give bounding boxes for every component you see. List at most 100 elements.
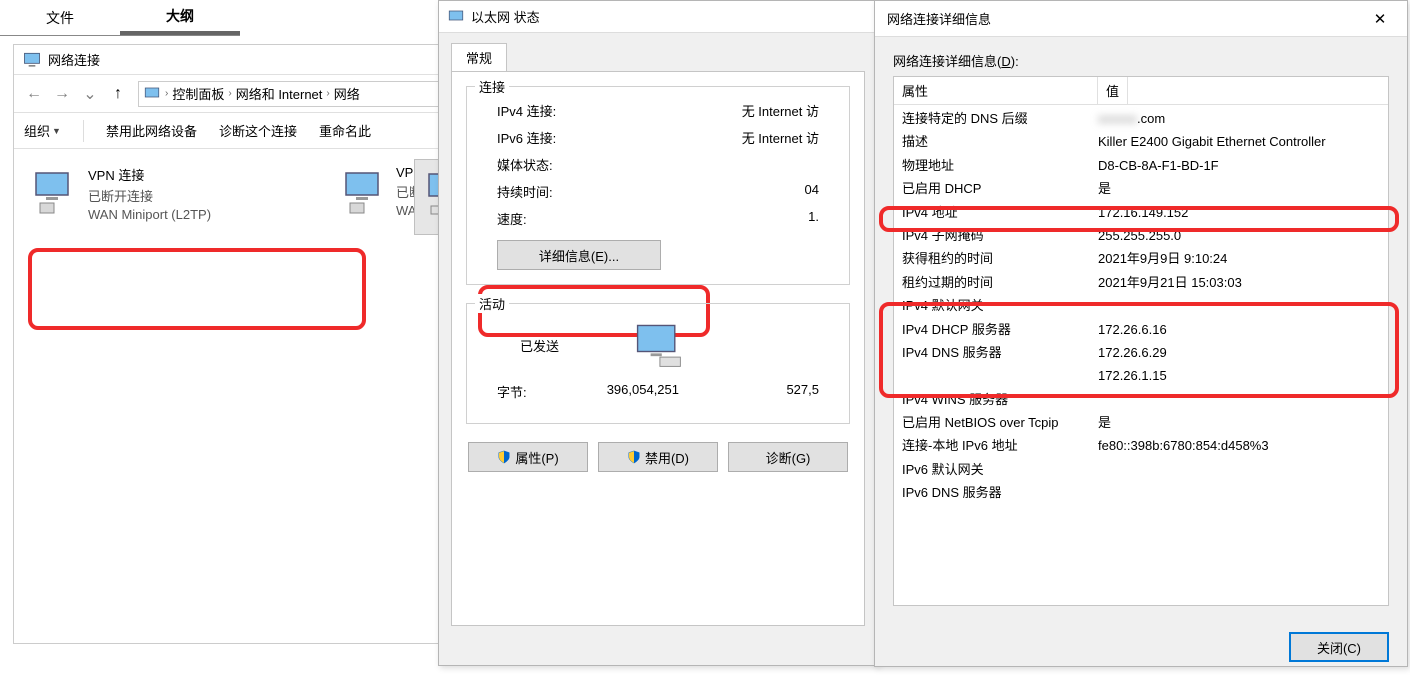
- status-bottom-buttons: 属性(P) 禁用(D) 诊断(G): [466, 442, 850, 472]
- shield-icon: [497, 450, 511, 464]
- table-row[interactable]: 物理地址D8-CB-8A-F1-BD-1F: [894, 154, 1388, 177]
- connection-item-vpn[interactable]: VPN 连接 已断开连接 WAN Miniport (L2TP): [22, 159, 334, 235]
- table-row[interactable]: 172.26.1.15: [894, 364, 1388, 387]
- value-cell: [1098, 388, 1388, 411]
- table-row[interactable]: 连接-本地 IPv6 地址fe80::398b:6780:854:d458%3: [894, 434, 1388, 457]
- breadcrumb-root[interactable]: 控制面板: [172, 84, 224, 103]
- ipv6-conn-value: 无 Internet 访: [742, 128, 819, 147]
- properties-button[interactable]: 属性(P): [468, 442, 588, 472]
- details-table-header: 属性 值: [894, 77, 1388, 105]
- table-row[interactable]: 已启用 DHCP是: [894, 177, 1388, 200]
- table-row[interactable]: 连接特定的 DNS 后缀xxxxxx.com: [894, 107, 1388, 130]
- table-row[interactable]: IPv4 DNS 服务器172.26.6.29: [894, 341, 1388, 364]
- value-cell: 172.16.149.152: [1098, 201, 1388, 224]
- value-cell: 2021年9月21日 15:03:03: [1098, 271, 1388, 294]
- chevron-right-icon: ›: [165, 88, 168, 99]
- status-title: 以太网 状态: [471, 7, 540, 26]
- toolbar-organize[interactable]: 组织▼: [24, 121, 61, 140]
- details-table: 属性 值 连接特定的 DNS 后缀xxxxxx.com描述Killer E240…: [893, 76, 1389, 606]
- nav-back-icon[interactable]: ←: [20, 80, 48, 108]
- table-row[interactable]: IPv4 默认网关: [894, 294, 1388, 317]
- ipv4-conn-label: IPv4 连接:: [497, 101, 556, 120]
- value-cell: Killer E2400 Gigabit Ethernet Controller: [1098, 130, 1388, 153]
- vpn-connection-icon: [28, 165, 80, 221]
- table-row[interactable]: IPv6 DNS 服务器: [894, 481, 1388, 504]
- details-button[interactable]: 详细信息(E)...: [497, 240, 661, 270]
- chevron-right-icon: ›: [326, 88, 329, 99]
- property-cell: IPv4 WINS 服务器: [894, 388, 1098, 411]
- duration-label: 持续时间:: [497, 182, 553, 201]
- table-row[interactable]: 已启用 NetBIOS over Tcpip是: [894, 411, 1388, 434]
- ethernet-status-dialog: 以太网 状态 常规 连接 IPv4 连接:无 Internet 访 IPv6 连…: [438, 0, 878, 666]
- status-titlebar: 以太网 状态: [439, 1, 877, 33]
- close-icon[interactable]: ✕: [1359, 5, 1401, 33]
- diagnose-button[interactable]: 诊断(G): [728, 442, 848, 472]
- breadcrumb-mid[interactable]: 网络和 Internet: [236, 84, 323, 103]
- breadcrumb-leaf[interactable]: 网络: [334, 84, 360, 103]
- toolbar-diagnose[interactable]: 诊断这个连接: [219, 121, 297, 140]
- connection-group: 连接 IPv4 连接:无 Internet 访 IPv6 连接:无 Intern…: [466, 86, 850, 285]
- table-row[interactable]: IPv6 默认网关: [894, 458, 1388, 481]
- speed-value: 1.: [808, 209, 819, 228]
- table-row[interactable]: 获得租约的时间2021年9月9日 9:10:24: [894, 247, 1388, 270]
- property-cell: 物理地址: [894, 154, 1098, 177]
- property-cell: 描述: [894, 130, 1098, 153]
- property-cell: IPv4 DHCP 服务器: [894, 318, 1098, 341]
- disable-button[interactable]: 禁用(D): [598, 442, 718, 472]
- value-cell: [1098, 481, 1388, 504]
- tab-file[interactable]: 文件: [0, 0, 120, 35]
- table-row[interactable]: IPv4 DHCP 服务器172.26.6.16: [894, 318, 1388, 341]
- property-cell: IPv4 默认网关: [894, 294, 1098, 317]
- duration-value: 04: [805, 182, 819, 201]
- details-title: 网络连接详细信息: [887, 9, 991, 28]
- ipv6-conn-label: IPv6 连接:: [497, 128, 556, 147]
- connection-item-vpn2[interactable]: VPN 已断 WA: [334, 159, 414, 235]
- value-cell: 172.26.1.15: [1098, 364, 1388, 387]
- bytes-recv: 527,5: [739, 382, 819, 401]
- property-cell: IPv4 地址: [894, 201, 1098, 224]
- details-dialog: 网络连接详细信息 ✕ 网络连接详细信息(D): 属性 值 连接特定的 DNS 后…: [874, 0, 1408, 667]
- table-row[interactable]: 租约过期的时间2021年9月21日 15:03:03: [894, 271, 1388, 294]
- details-label: 网络连接详细信息(D):: [893, 51, 1389, 70]
- table-row[interactable]: IPv4 WINS 服务器: [894, 388, 1388, 411]
- property-cell: 获得租约的时间: [894, 247, 1098, 270]
- speed-label: 速度:: [497, 209, 527, 228]
- col-value[interactable]: 值: [1098, 77, 1128, 104]
- network-icon: [143, 85, 161, 103]
- network-icon: [447, 8, 465, 26]
- property-cell: IPv4 DNS 服务器: [894, 341, 1098, 364]
- toolbar-separator: [83, 120, 84, 142]
- value-cell: 2021年9月9日 9:10:24: [1098, 247, 1388, 270]
- col-property[interactable]: 属性: [894, 77, 1098, 104]
- chevron-right-icon: ›: [228, 88, 231, 99]
- value-cell: 172.26.6.16: [1098, 318, 1388, 341]
- value-cell: 是: [1098, 411, 1388, 434]
- property-cell: IPv6 默认网关: [894, 458, 1098, 481]
- table-row[interactable]: IPv4 子网掩码255.255.255.0: [894, 224, 1388, 247]
- document-tabs: 文件 大纲: [0, 0, 240, 36]
- table-row[interactable]: 描述Killer E2400 Gigabit Ethernet Controll…: [894, 130, 1388, 153]
- tab-general[interactable]: 常规: [451, 43, 507, 71]
- explorer-title: 网络连接: [48, 50, 100, 69]
- close-button[interactable]: 关闭(C): [1289, 632, 1389, 662]
- value-cell: [1098, 294, 1388, 317]
- bytes-label: 字节:: [497, 382, 557, 401]
- nav-up-icon[interactable]: ↑: [104, 80, 132, 108]
- table-row[interactable]: IPv4 地址172.16.149.152: [894, 201, 1388, 224]
- property-cell: [894, 364, 1098, 387]
- toolbar-rename[interactable]: 重命名此: [319, 121, 371, 140]
- toolbar-disable[interactable]: 禁用此网络设备: [106, 121, 197, 140]
- value-cell: fe80::398b:6780:854:d458%3: [1098, 434, 1388, 457]
- nav-dropdown-icon[interactable]: ⌄: [76, 80, 104, 108]
- nav-forward-icon[interactable]: →: [48, 80, 76, 108]
- chevron-down-icon: ▼: [52, 126, 61, 136]
- activity-group: 活动 已发送 字节: 396,054,251 527,5: [466, 303, 850, 424]
- property-cell: IPv6 DNS 服务器: [894, 481, 1098, 504]
- value-cell: 是: [1098, 177, 1388, 200]
- activity-group-title: 活动: [475, 294, 509, 313]
- value-cell: D8-CB-8A-F1-BD-1F: [1098, 154, 1388, 177]
- connection-status: 已断开连接: [88, 186, 211, 205]
- value-cell: [1098, 458, 1388, 481]
- tab-outline[interactable]: 大纲: [120, 0, 240, 35]
- bytes-sent: 396,054,251: [557, 382, 739, 401]
